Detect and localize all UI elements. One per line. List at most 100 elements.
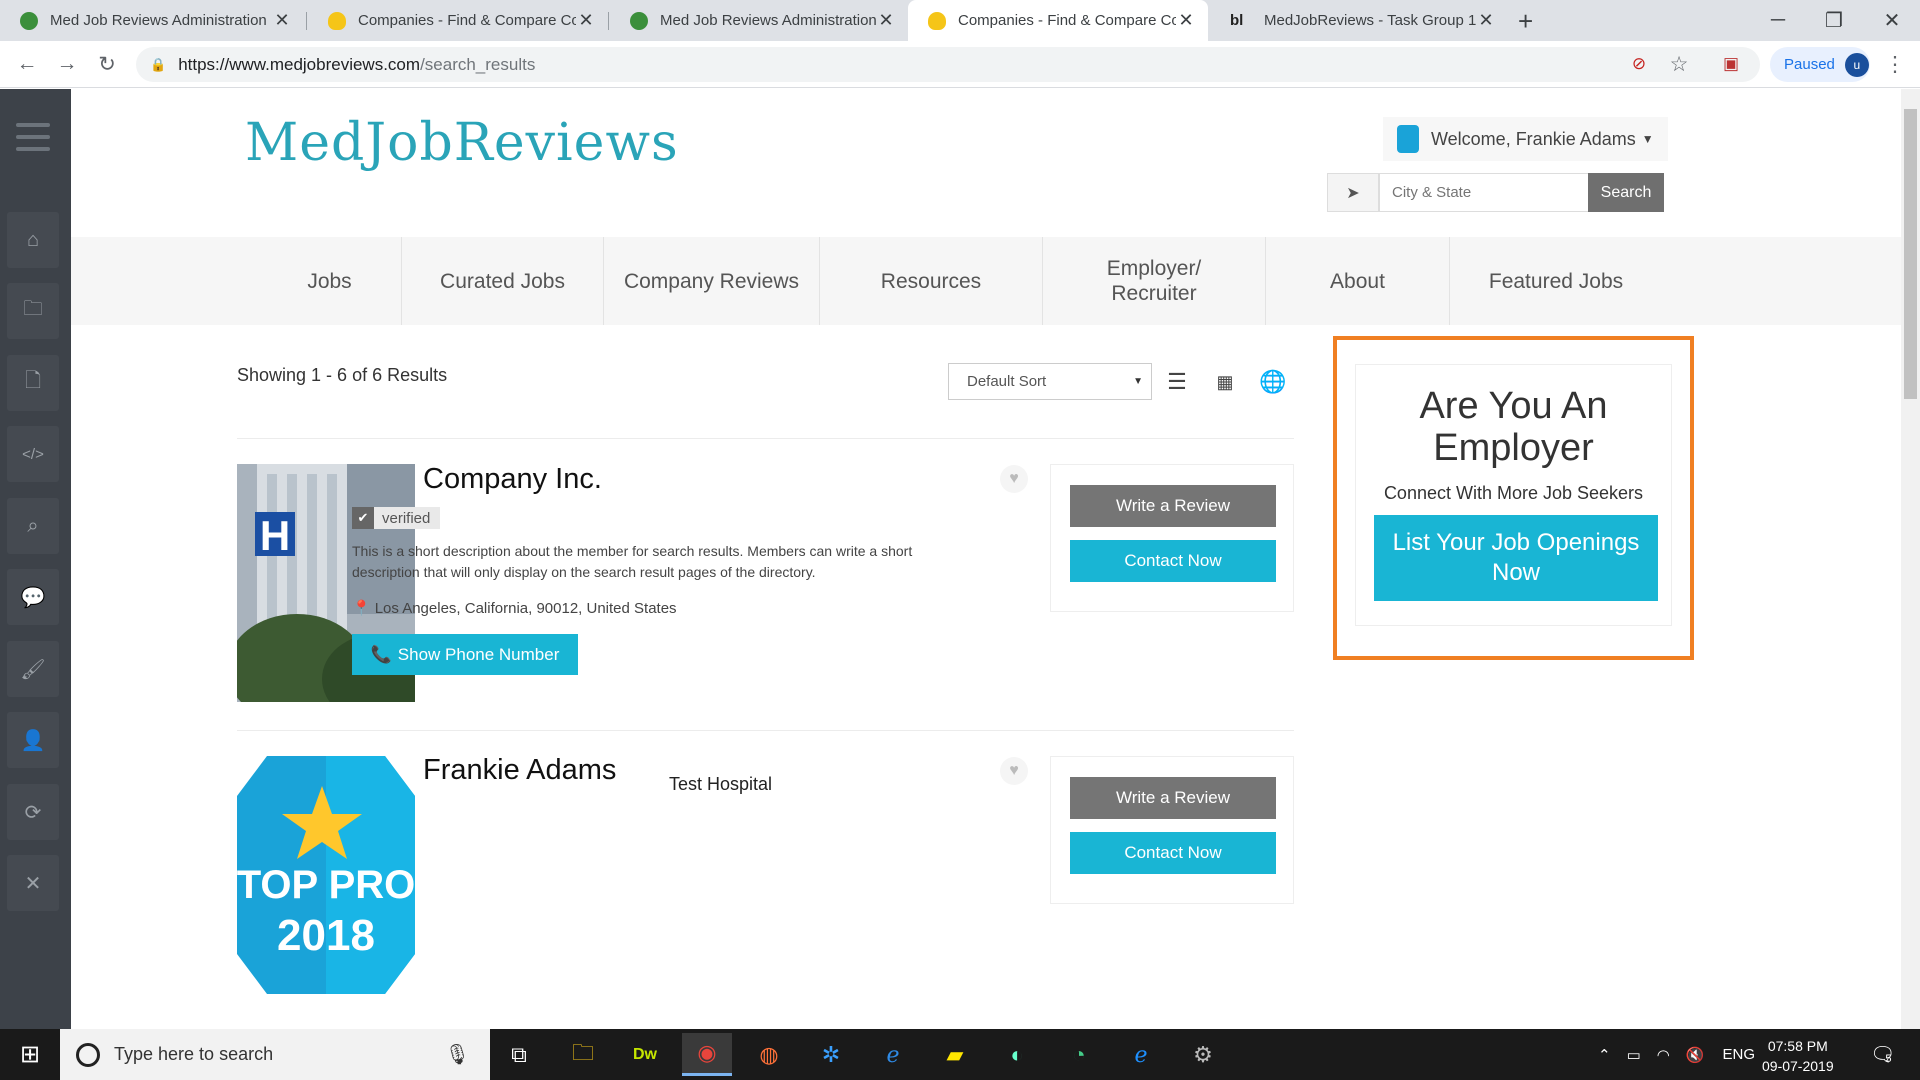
file-explorer-icon[interactable]: 🗀 (558, 1033, 608, 1076)
chat-icon[interactable]: 💬 (7, 569, 59, 625)
close-icon[interactable]: ✕ (576, 10, 596, 31)
blocked-content-icon[interactable]: ⊘ (1624, 49, 1654, 79)
map-pin-icon: 📍 (352, 600, 371, 617)
close-icon[interactable]: ✕ (1176, 10, 1196, 31)
language-indicator[interactable]: ENG (1723, 1046, 1756, 1063)
pdf-extension-icon[interactable]: ▣ (1716, 49, 1746, 79)
dreamweaver-icon[interactable]: Dw (620, 1033, 670, 1076)
promo-subtitle: Connect With More Job Seekers (1383, 483, 1644, 503)
refresh-icon[interactable]: ⟳ (7, 784, 59, 840)
list-view-icon[interactable]: ☰ (1164, 369, 1190, 394)
home-icon[interactable]: ⌂ (7, 212, 59, 268)
maximize-button[interactable]: ❐ (1806, 0, 1862, 41)
task-view-icon[interactable]: ⧉ (494, 1033, 544, 1076)
browser-tab-2[interactable]: Companies - Find & Compare Co ✕ (308, 0, 608, 41)
bulb-icon (328, 11, 346, 30)
minimize-button[interactable]: ─ (1750, 0, 1806, 41)
list-job-openings-button[interactable]: List Your Job Openings Now (1374, 515, 1658, 601)
phone-icon: 📞 (370, 644, 392, 664)
app-icon[interactable]: ◐ (992, 1033, 1042, 1076)
taskbar-search[interactable]: Type here to search 🎙 (60, 1029, 490, 1080)
badge-top-text: TOP PRO (237, 863, 415, 907)
company-address: 📍 Los Angeles, California, 90012, United … (352, 599, 677, 617)
notification-center[interactable]: 🗨 5 (1870, 1029, 1896, 1080)
bookmark-star-icon[interactable]: ☆ (1664, 49, 1694, 79)
location-arrow-icon[interactable]: ➤ (1327, 173, 1379, 212)
windows-start-icon[interactable]: ⊞ (0, 1029, 60, 1080)
badge-year-text: 2018 (277, 911, 375, 960)
favorite-heart-icon[interactable]: ♥ (1000, 465, 1028, 493)
close-icon[interactable]: ✕ (1476, 10, 1496, 31)
contact-now-button[interactable]: Contact Now (1070, 540, 1276, 582)
browser-tab-3[interactable]: Med Job Reviews Administration ✕ (610, 0, 908, 41)
browser-tab-5[interactable]: bl MedJobReviews - Task Group 1 ✕ (1210, 0, 1508, 41)
scrollbar-thumb[interactable] (1904, 109, 1917, 399)
volume-muted-icon[interactable]: 🔇 (1686, 1046, 1705, 1064)
internet-explorer-icon[interactable]: ℯ (868, 1033, 918, 1076)
system-clock[interactable]: 07:58 PM 09-07-2019 (1762, 1036, 1834, 1076)
contact-now-button[interactable]: Contact Now (1070, 832, 1276, 874)
zoom-icon[interactable]: ⌕ (7, 498, 59, 554)
app-icon[interactable]: ⚙ (1178, 1033, 1228, 1076)
tab-divider (608, 12, 609, 30)
profile-button[interactable]: Paused u (1770, 47, 1870, 82)
address-bar[interactable]: 🔒 https://www.medjobreviews.com/search_r… (136, 47, 1760, 82)
close-window-button[interactable]: ✕ (1864, 0, 1920, 41)
browser-tab-1[interactable]: Med Job Reviews Administration ✕ (0, 0, 304, 41)
verified-label: verified (382, 509, 431, 527)
back-arrow-icon[interactable]: ← (12, 49, 42, 79)
chevron-up-icon[interactable]: ⌃ (1598, 1046, 1611, 1064)
close-icon[interactable]: ✕ (876, 10, 896, 31)
write-review-button[interactable]: Write a Review (1070, 485, 1276, 527)
write-review-button[interactable]: Write a Review (1070, 777, 1276, 819)
show-phone-button[interactable]: 📞 Show Phone Number (352, 634, 578, 675)
nav-company-reviews[interactable]: Company Reviews (604, 237, 820, 325)
brush-icon[interactable]: 🖌 (7, 641, 59, 697)
reload-icon[interactable]: ↻ (92, 49, 122, 79)
nav-resources[interactable]: Resources (820, 237, 1043, 325)
nav-curated-jobs[interactable]: Curated Jobs (402, 237, 604, 325)
battery-icon[interactable]: ▭ (1627, 1046, 1641, 1064)
forward-arrow-icon[interactable]: → (52, 49, 82, 79)
caret-down-icon: ▼ (1641, 132, 1654, 146)
page-scrollbar[interactable] (1901, 89, 1920, 1029)
grid-view-icon[interactable]: ▦ (1212, 371, 1238, 393)
nav-jobs[interactable]: Jobs (258, 237, 402, 325)
globe-map-icon[interactable]: 🌐 (1259, 369, 1286, 394)
web-page: MedJobReviews Welcome, Frankie Adams ▼ ➤… (71, 89, 1901, 1029)
nav-about[interactable]: About (1266, 237, 1450, 325)
clock-time: 07:58 PM (1767, 1038, 1828, 1054)
sort-select[interactable]: Default Sort ▼ (948, 363, 1152, 400)
favorite-heart-icon[interactable]: ♥ (1000, 757, 1028, 785)
close-icon[interactable]: ✕ (7, 855, 59, 911)
chrome-icon[interactable]: ◉ (682, 1033, 732, 1076)
avatar: u (1844, 52, 1869, 77)
hamburger-menu-icon[interactable] (16, 123, 50, 159)
nav-employer-recruiter[interactable]: Employer/ Recruiter (1043, 237, 1266, 325)
top-pro-2018-badge[interactable]: TOP PRO 2018 (237, 756, 415, 994)
menu-dots-icon[interactable]: ⋮ (1880, 49, 1910, 79)
app-icon[interactable]: ◔ (1054, 1033, 1104, 1076)
edge-icon[interactable]: ℯ (1116, 1033, 1166, 1076)
nav-featured-jobs[interactable]: Featured Jobs (1450, 237, 1662, 325)
new-tab-button[interactable]: + (1518, 6, 1533, 37)
folder-icon[interactable]: 🗀 (7, 283, 59, 339)
member-name[interactable]: Frankie Adams (423, 754, 616, 787)
file-icon[interactable]: 🗋 (7, 355, 59, 411)
main-nav: Jobs Curated Jobs Company Reviews Resour… (71, 237, 1901, 325)
wifi-icon[interactable]: ◠ (1657, 1046, 1670, 1064)
notification-icon: 🗨 (1870, 1044, 1896, 1066)
firefox-icon[interactable]: ◍ (744, 1033, 794, 1076)
app-icon[interactable]: ✲ (806, 1033, 856, 1076)
cortana-icon (76, 1042, 100, 1067)
search-button[interactable]: Search (1588, 173, 1664, 212)
user-icon[interactable]: 👤 (7, 712, 59, 768)
close-icon[interactable]: ✕ (272, 10, 292, 31)
sticky-notes-icon[interactable]: ▰ (930, 1033, 980, 1076)
browser-tab-4[interactable]: Companies - Find & Compare Co ✕ (908, 0, 1208, 41)
site-logo[interactable]: MedJobReviews (245, 113, 679, 173)
microphone-icon[interactable]: 🎙 (445, 1042, 470, 1067)
company-name[interactable]: Company Inc. (423, 463, 602, 496)
welcome-menu[interactable]: Welcome, Frankie Adams ▼ (1383, 117, 1668, 161)
code-icon[interactable]: </> (7, 426, 59, 482)
